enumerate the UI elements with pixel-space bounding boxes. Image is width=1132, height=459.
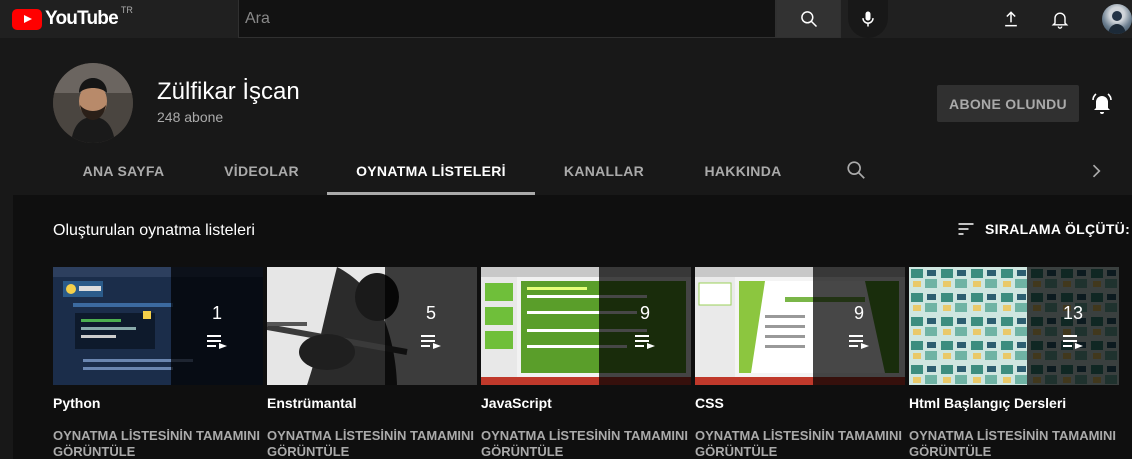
- playlist-thumbnail[interactable]: 9: [695, 267, 905, 385]
- bell-icon: [1051, 12, 1069, 29]
- playlist-title[interactable]: Python: [53, 395, 263, 411]
- search-input[interactable]: [238, 0, 776, 38]
- playlist-card: 9 JavaScript OYNATMA LİSTESİNİN TAMAMINI…: [481, 267, 691, 459]
- playlist-count-overlay: 9: [813, 267, 905, 385]
- sort-icon: [958, 223, 974, 235]
- chevron-right-icon: [1092, 164, 1101, 178]
- playlist-thumbnail[interactable]: 13: [909, 267, 1119, 385]
- notifications-button[interactable]: [1048, 7, 1072, 31]
- playlist-thumbnail[interactable]: 1: [53, 267, 263, 385]
- channel-search-button[interactable]: [845, 159, 869, 183]
- playlist-video-count: 13: [1062, 302, 1084, 323]
- section-title: Oluşturulan oynatma listeleri: [53, 222, 255, 239]
- view-full-playlist-link[interactable]: OYNATMA LİSTESİNİN TAMAMINI GÖRÜNTÜLE: [909, 428, 1119, 459]
- playlist-count-overlay: 1: [171, 267, 263, 385]
- playlist-video-count: 9: [639, 302, 650, 323]
- upload-button[interactable]: [999, 7, 1023, 31]
- sort-label: SIRALAMA ÖLÇÜTÜ:: [985, 221, 1131, 237]
- tabs-scroll-right-button[interactable]: [1086, 161, 1106, 181]
- playlist-title[interactable]: CSS: [695, 395, 905, 411]
- view-full-playlist-link[interactable]: OYNATMA LİSTESİNİN TAMAMINI GÖRÜNTÜLE: [481, 428, 691, 459]
- avatar-image: [1108, 11, 1126, 34]
- channel-tabs: ANA SAYFA VİDEOLAR OYNATMA LİSTELERİ KAN…: [13, 147, 1132, 195]
- playlist-icon: [849, 334, 869, 349]
- playlist-card: 13 Html Başlangıç Dersleri OYNATMA LİSTE…: [909, 267, 1119, 459]
- playlist-count-overlay: 5: [385, 267, 477, 385]
- playlist-title[interactable]: Enstrümantal: [267, 395, 477, 411]
- youtube-play-icon: [12, 8, 42, 30]
- channel-name: Zülfikar İşcan: [157, 78, 300, 105]
- channel-avatar-image: [53, 63, 133, 143]
- tab-videos[interactable]: VİDEOLAR: [195, 147, 328, 195]
- playlists-section: Oluşturulan oynatma listeleri SIRALAMA Ö…: [13, 195, 1132, 459]
- voice-search-button[interactable]: [848, 0, 888, 38]
- channel-avatar[interactable]: [53, 63, 133, 143]
- search-icon: [800, 10, 817, 27]
- playlist-card: 9 CSS OYNATMA LİSTESİNİN TAMAMINI GÖRÜNT…: [695, 267, 905, 459]
- tab-playlists[interactable]: OYNATMA LİSTELERİ: [327, 147, 535, 195]
- playlist-video-count: 1: [211, 302, 222, 323]
- bell-ringing-icon: [1092, 93, 1112, 114]
- playlist-title[interactable]: Html Başlangıç Dersleri: [909, 395, 1119, 411]
- playlist-thumbnail[interactable]: 9: [481, 267, 691, 385]
- logo-text: YouTube: [45, 8, 119, 29]
- playlist-video-count: 9: [853, 302, 864, 323]
- search-box: [238, 0, 841, 38]
- mic-icon: [862, 11, 874, 27]
- tab-channels[interactable]: KANALLAR: [543, 147, 665, 195]
- top-bar: YouTube TR: [0, 0, 1132, 38]
- playlist-thumbnail[interactable]: 5: [267, 267, 477, 385]
- tab-about[interactable]: HAKKINDA: [673, 147, 813, 195]
- tab-home[interactable]: ANA SAYFA: [64, 147, 183, 195]
- playlist-icon: [1063, 334, 1083, 349]
- subscribed-button[interactable]: ABONE OLUNDU: [937, 85, 1079, 122]
- account-avatar[interactable]: [1102, 4, 1132, 34]
- playlist-video-count: 5: [425, 302, 436, 323]
- search-icon: [847, 161, 865, 179]
- playlist-icon: [635, 334, 655, 349]
- upload-icon: [1005, 11, 1017, 27]
- subscriber-count: 248 abone: [157, 109, 224, 125]
- playlist-count-overlay: 9: [599, 267, 691, 385]
- playlist-title[interactable]: JavaScript: [481, 395, 691, 411]
- view-full-playlist-link[interactable]: OYNATMA LİSTESİNİN TAMAMINI GÖRÜNTÜLE: [267, 428, 477, 459]
- search-button[interactable]: [776, 0, 841, 38]
- region-code: TR: [120, 5, 133, 15]
- playlist-icon: [421, 334, 441, 349]
- playlist-card: 1 Python OYNATMA LİSTESİNİN TAMAMINI GÖR…: [53, 267, 263, 459]
- playlist-card: 5 Enstrümantal OYNATMA LİSTESİNİN TAMAMI…: [267, 267, 477, 459]
- view-full-playlist-link[interactable]: OYNATMA LİSTESİNİN TAMAMINI GÖRÜNTÜLE: [53, 428, 263, 459]
- playlist-count-overlay: 13: [1027, 267, 1119, 385]
- view-full-playlist-link[interactable]: OYNATMA LİSTESİNİN TAMAMINI GÖRÜNTÜLE: [695, 428, 905, 459]
- playlist-icon: [207, 334, 227, 349]
- youtube-logo[interactable]: YouTube TR: [12, 5, 133, 30]
- channel-header: Zülfikar İşcan 248 abone ABONE OLUNDU AN…: [13, 47, 1132, 195]
- sort-button[interactable]: SIRALAMA ÖLÇÜTÜ:: [955, 219, 1130, 239]
- youtube-page: YouTube TR Ara Zülfikar İşcan 248 abone …: [0, 0, 1132, 459]
- channel-notifications-button[interactable]: [1090, 91, 1114, 115]
